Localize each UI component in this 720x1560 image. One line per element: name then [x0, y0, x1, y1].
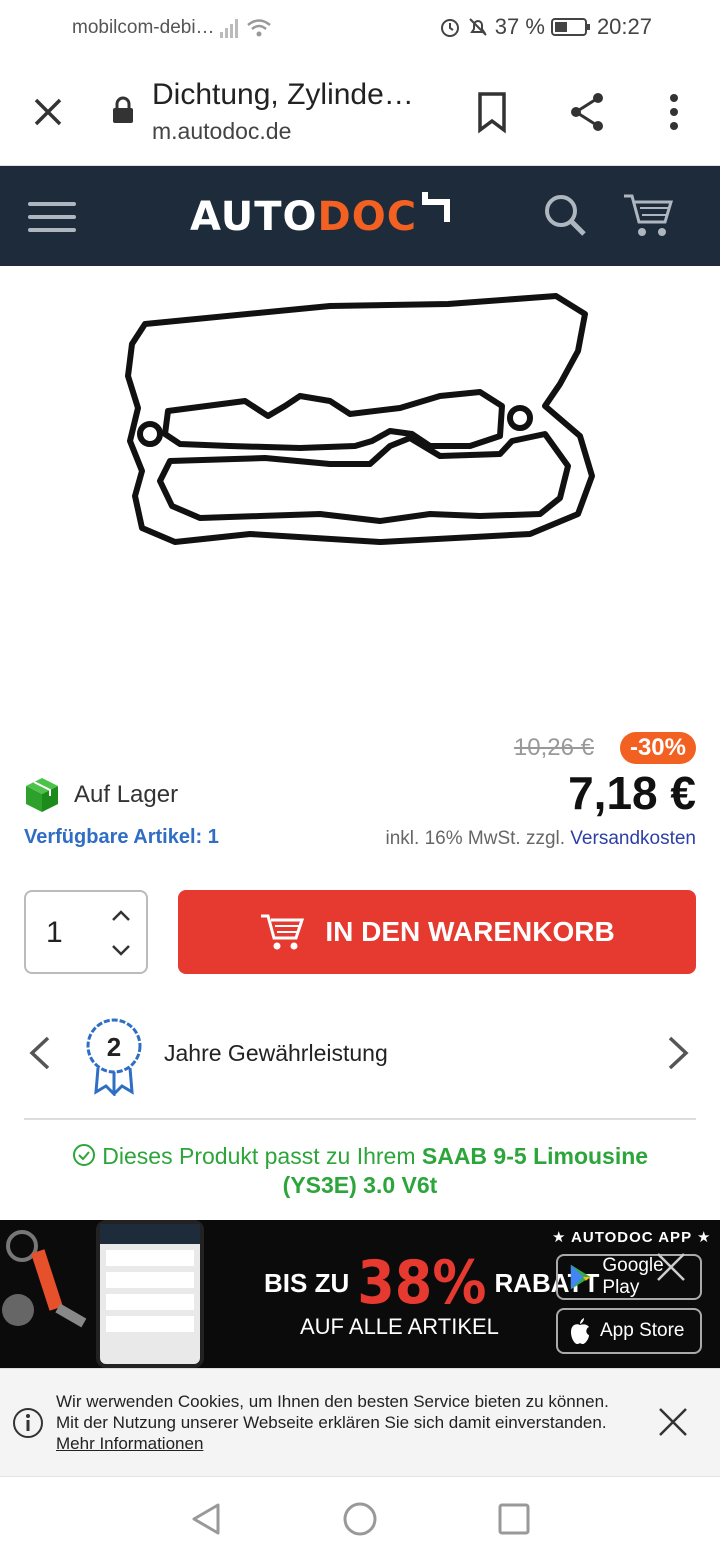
cookie-more-link[interactable]: Mehr Informationen	[56, 1434, 203, 1453]
status-right: 37 % 20:27	[439, 14, 652, 40]
tax-text: inkl. 16% MwSt. zzgl.	[385, 828, 566, 849]
battery-percent: 37 %	[494, 14, 545, 39]
system-nav-bar	[0, 1476, 720, 1560]
bookmark-icon[interactable]	[472, 90, 512, 134]
share-icon[interactable]	[568, 90, 608, 134]
lock-icon	[113, 96, 133, 123]
available-count: Verfügbare Artikel: 1	[24, 826, 219, 848]
info-icon	[13, 1408, 43, 1438]
home-icon[interactable]	[340, 1499, 380, 1539]
logo-auto: AUTO	[190, 194, 318, 240]
chevron-right-icon[interactable]	[666, 1034, 690, 1072]
compatibility-note: Dieses Produkt passt zu Ihrem SAAB 9-5 L…	[40, 1142, 680, 1200]
cookie-close-icon[interactable]	[656, 1405, 690, 1439]
cookie-notice: Wir werwenden Cookies, um Ihnen den best…	[0, 1368, 720, 1476]
apple-icon	[571, 1318, 589, 1344]
search-icon[interactable]	[542, 192, 588, 238]
cart-icon[interactable]	[622, 190, 674, 240]
more-options-icon[interactable]	[660, 90, 688, 134]
browser-toolbar: Dichtung, Zylinde… m.autodoc.de	[0, 56, 720, 166]
warranty-badge-icon: 2	[86, 1018, 142, 1096]
carrier-name: mobilcom-debi…	[72, 17, 215, 38]
add-to-cart-label: IN DEN WARENKORB	[325, 916, 615, 947]
clock: 20:27	[596, 14, 652, 39]
status-bar: mobilcom-debi… 37 % 20:27	[0, 0, 720, 56]
cookie-line-1: Wir werwenden Cookies, um Ihnen den best…	[56, 1392, 609, 1411]
promo-bis-zu: BIS ZU	[264, 1267, 350, 1298]
close-tab-icon[interactable]	[28, 92, 68, 132]
back-icon[interactable]	[186, 1499, 226, 1539]
app-store-button[interactable]: App Store	[556, 1308, 702, 1354]
box-icon	[26, 778, 58, 812]
product-image[interactable]	[0, 266, 720, 716]
shipping-link[interactable]: Versandkosten	[570, 828, 696, 849]
old-price: 10,26 €	[513, 734, 594, 761]
add-to-cart-button[interactable]: IN DEN WARENKORB	[178, 890, 696, 974]
app-name: ★ AUTODOC APP ★	[552, 1229, 712, 1246]
stock-label: Auf Lager	[74, 781, 179, 808]
car-parts-image	[2, 1230, 87, 1328]
logo-doc: DOC	[317, 194, 418, 240]
menu-icon[interactable]	[28, 202, 76, 232]
recents-icon[interactable]	[494, 1499, 534, 1539]
autodoc-logo[interactable]: AUTO DOC	[190, 192, 453, 242]
google-play-icon	[570, 1264, 591, 1290]
banner-close-icon[interactable]	[654, 1250, 688, 1284]
signal-wifi-icon	[220, 19, 271, 38]
logo-corner-icon	[422, 192, 451, 222]
phone-mockup	[96, 1220, 204, 1368]
url-host[interactable]: m.autodoc.de	[152, 118, 291, 145]
alarm-icon	[440, 19, 459, 37]
promo-headline: BIS ZU 38% RABATT	[264, 1248, 599, 1318]
current-price: 7,18 €	[568, 767, 696, 819]
discount-badge: -30%	[619, 732, 696, 764]
promo-percent: 38%	[357, 1248, 487, 1318]
chevron-left-icon[interactable]	[28, 1034, 52, 1072]
stock-status: Auf Lager	[24, 776, 178, 814]
site-header: AUTO DOC	[0, 166, 720, 266]
cart-icon	[261, 914, 305, 950]
compatibility-prefix: Dieses Produkt passt zu Ihrem	[102, 1143, 416, 1169]
warranty-years: 2	[107, 1032, 121, 1062]
check-circle-icon	[72, 1144, 95, 1166]
mute-icon	[469, 18, 487, 36]
page-title[interactable]: Dichtung, Zylinde…	[152, 78, 422, 112]
chevron-up-icon[interactable]	[110, 908, 132, 924]
battery-icon	[550, 18, 590, 36]
chevron-down-icon[interactable]	[110, 942, 132, 958]
warranty-slider: 2 Jahre Gewährleistung	[0, 1012, 720, 1096]
quantity-value[interactable]: 1	[46, 916, 63, 950]
app-store-label: App Store	[600, 1320, 685, 1341]
promo-subline: AUF ALLE ARTIKEL	[300, 1314, 499, 1339]
divider	[24, 1118, 696, 1120]
warranty-label: Jahre Gewährleistung	[164, 1040, 388, 1066]
cookie-line-2: Mit der Nutzung unserer Webseite erkläre…	[56, 1413, 607, 1432]
quantity-stepper[interactable]: 1	[24, 890, 148, 974]
app-promo-banner[interactable]: BIS ZU 38% RABATT AUF ALLE ARTIKEL ★ AUT…	[0, 1220, 720, 1368]
cookie-text: Wir werwenden Cookies, um Ihnen den best…	[56, 1391, 609, 1454]
tax-info: inkl. 16% MwSt. zzgl. Versandkosten	[386, 828, 696, 850]
